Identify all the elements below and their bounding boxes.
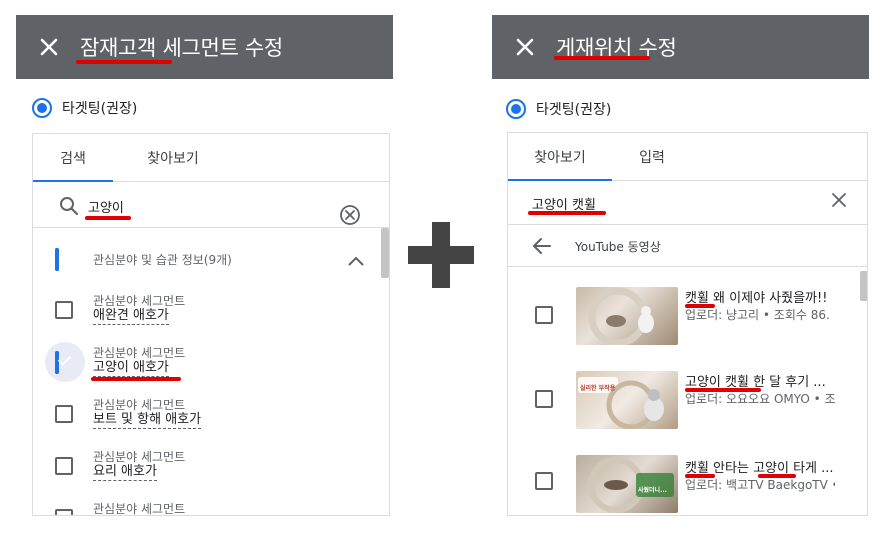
back-label: YouTube 동영상 [575, 240, 661, 254]
segment-item[interactable]: 관심분야 세그먼트 요리 애호가 [33, 442, 389, 494]
thumbnail-text: 사줬더니... [638, 487, 667, 494]
right-placement-card: 찾아보기 입력 고양이 캣휠 YouTube 동영상 캣휠 왜 이제야 사줬을까… [507, 132, 868, 516]
close-icon[interactable] [38, 36, 60, 58]
radio-selected-icon[interactable] [506, 99, 526, 119]
video-checkbox[interactable] [535, 390, 553, 408]
tab-input[interactable]: 입력 [612, 133, 692, 180]
video-row[interactable]: 캣휠 왜 이제야 사줬을까!! 업로더: 냥고리 • 조회수 86. [508, 275, 867, 355]
left-tabs: 검색 찾아보기 [33, 134, 389, 182]
segment-checkbox[interactable] [55, 405, 73, 423]
search-row: 고양이 [33, 182, 389, 228]
left-segment-card: 검색 찾아보기 고양이 관심분야 및 습관 정보(9개) 관심분야 세그먼트 애… [32, 133, 390, 516]
left-panel-title: 잠재고객 세그먼트 수정 [80, 36, 283, 60]
segment-item[interactable]: 관심분야 세그먼트 [33, 494, 389, 516]
group-label: 관심분야 및 습관 정보(9개) [93, 253, 232, 267]
segment-name: 고양이 애호가 [93, 360, 169, 377]
left-panel-header: 잠재고객 세그먼트 수정 [16, 15, 393, 79]
search-row: 고양이 캣휠 [508, 181, 867, 225]
tab-input-label: 입력 [639, 149, 665, 166]
video-meta: 업로더: 백고TV BaekgoTV • [685, 478, 835, 492]
segment-item[interactable]: 관심분야 세그먼트 보트 및 항해 애호가 [33, 390, 389, 442]
video-thumbnail [576, 287, 678, 345]
radio-label: 타겟팅(권장) [536, 102, 612, 118]
clear-search-icon[interactable] [339, 204, 361, 230]
video-checkbox[interactable] [535, 472, 553, 490]
tab-browse-label: 찾아보기 [534, 149, 586, 166]
video-row[interactable]: 사줬더니... 캣휠 안타는 고양이 타게 ... 업로더: 백고TV Baek… [508, 443, 867, 515]
video-meta: 업로더: 냥고리 • 조회수 86. [685, 308, 830, 322]
segment-name: 보트 및 항해 애호가 [93, 412, 202, 429]
segment-name: 요리 애호가 [93, 464, 157, 481]
video-thumbnail: 실리한 부작용 [576, 371, 678, 429]
segment-checkbox[interactable] [55, 301, 73, 319]
segment-name: 애완견 애호가 [93, 308, 169, 325]
video-thumbnail: 사줬더니... [576, 455, 678, 513]
right-scrollbar[interactable] [860, 271, 867, 301]
left-scrollbar[interactable] [381, 228, 389, 278]
segment-item[interactable]: 관심분야 세그먼트 고양이 애호가 [33, 338, 389, 390]
title-highlight-underline [554, 56, 650, 60]
search-input[interactable]: 고양이 [88, 197, 124, 216]
tab-browse[interactable]: 찾아보기 [113, 134, 233, 181]
right-tabs: 찾아보기 입력 [508, 133, 867, 181]
segment-category: 관심분야 세그먼트 [93, 294, 186, 308]
segment-checkbox-checked[interactable] [55, 351, 59, 374]
radio-selected-icon[interactable] [32, 98, 52, 118]
segment-group-row[interactable]: 관심분야 및 습관 정보(9개) [33, 234, 389, 282]
plus-icon [408, 222, 474, 288]
segment-category: 관심분야 세그먼트 [93, 450, 186, 464]
search-highlight-underline [528, 211, 606, 215]
thumbnail-text: 실리한 부작용 [580, 385, 616, 392]
segment-checkbox[interactable] [55, 509, 73, 515]
right-panel-header: 게재위치 수정 [492, 15, 869, 79]
segment-category: 관심분야 세그먼트 [93, 346, 186, 360]
radio-label: 타겟팅(권장) [62, 101, 138, 117]
segment-category: 관심분야 세그먼트 [93, 398, 186, 412]
tab-search-label: 검색 [60, 150, 86, 167]
video-checkbox[interactable] [535, 306, 553, 324]
tab-browse[interactable]: 찾아보기 [508, 133, 612, 181]
targeting-radio-right[interactable]: 타겟팅(권장) [506, 99, 611, 119]
search-highlight-underline [85, 216, 131, 220]
search-icon [59, 196, 79, 220]
segment-item[interactable]: 관심분야 세그먼트 애완견 애호가 [33, 286, 389, 338]
group-checkbox[interactable] [55, 248, 59, 271]
segment-checkbox[interactable] [55, 457, 73, 475]
video-row[interactable]: 실리한 부작용 고양이 캣휠 한 달 후기 ... 업로더: 오요오요 OMYO… [508, 359, 867, 439]
tab-search[interactable]: 검색 [33, 134, 113, 182]
back-row: YouTube 동영상 [508, 225, 867, 267]
arrow-back-icon[interactable] [532, 237, 552, 259]
title-highlight-underline [76, 60, 172, 64]
segment-category: 관심분야 세그먼트 [93, 502, 186, 516]
close-icon[interactable] [830, 191, 848, 213]
tab-browse-label: 찾아보기 [147, 150, 199, 167]
close-icon[interactable] [514, 36, 536, 58]
chevron-up-icon[interactable] [347, 252, 365, 271]
targeting-radio-left[interactable]: 타겟팅(권장) [32, 98, 137, 118]
segment-highlight-underline [91, 377, 181, 381]
video-meta: 업로더: 오요오요 OMYO • 조 [685, 392, 835, 406]
